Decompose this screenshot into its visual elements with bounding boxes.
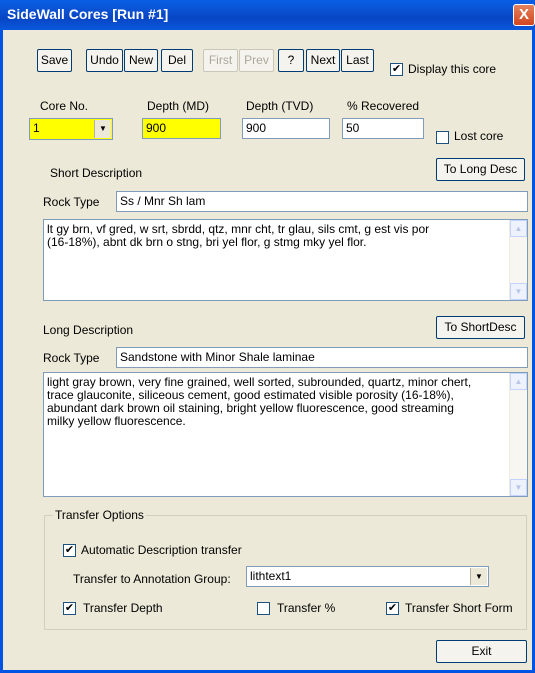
short-description-text: lt gy brn, vf gred, w srt, sbrdd, qtz, m…: [47, 222, 430, 249]
short-rock-type-label: Rock Type: [43, 195, 100, 209]
last-button[interactable]: Last: [341, 49, 374, 72]
lost-core-checkbox[interactable]: [436, 131, 449, 144]
transfer-percent-label: Transfer %: [277, 601, 336, 615]
transfer-options-label: Transfer Options: [53, 508, 146, 522]
transfer-percent-checkbox[interactable]: [257, 602, 270, 615]
depth-md-label: Depth (MD): [147, 99, 210, 113]
sidewall-cores-window: SideWall Cores [Run #1] X Save Undo New …: [0, 0, 535, 673]
transfer-short-form-checkbox[interactable]: ✔: [386, 602, 399, 615]
core-no-dropdown[interactable]: 1 ▼: [29, 118, 113, 140]
depth-tvd-label: Depth (TVD): [246, 99, 314, 113]
checkmark-icon: ✔: [391, 63, 402, 75]
core-no-value: 1: [33, 121, 40, 135]
transfer-depth-label: Transfer Depth: [83, 601, 163, 615]
depth-tvd-field[interactable]: 900: [242, 118, 330, 139]
lost-core-label: Lost core: [454, 129, 504, 143]
exit-button[interactable]: Exit: [436, 640, 527, 663]
scroll-down-icon[interactable]: ▼: [510, 283, 527, 300]
short-description-textarea[interactable]: lt gy brn, vf gred, w srt, sbrdd, qtz, m…: [43, 219, 528, 301]
delete-button[interactable]: Del: [161, 49, 193, 72]
close-button[interactable]: X: [513, 4, 535, 26]
undo-button[interactable]: Undo: [86, 49, 123, 72]
scroll-down-icon[interactable]: ▼: [510, 479, 527, 496]
prev-button[interactable]: Prev: [239, 49, 274, 72]
help-button[interactable]: ?: [278, 49, 304, 72]
save-button[interactable]: Save: [37, 49, 72, 72]
transfer-short-form-label: Transfer Short Form: [405, 601, 513, 615]
short-rock-type-field[interactable]: Ss / Mnr Sh lam: [116, 191, 528, 212]
long-rock-type-label: Rock Type: [43, 351, 100, 365]
checkmark-icon: ✔: [64, 602, 75, 614]
short-description-scrollbar[interactable]: ▲ ▼: [509, 220, 527, 300]
next-button[interactable]: Next: [306, 49, 340, 72]
recovered-field[interactable]: 50: [342, 118, 424, 139]
depth-md-field[interactable]: 900: [142, 118, 221, 139]
scroll-up-icon[interactable]: ▲: [510, 373, 527, 390]
chevron-down-icon[interactable]: ▼: [470, 568, 487, 585]
long-description-textarea[interactable]: light gray brown, very fine grained, wel…: [43, 372, 528, 497]
annotation-group-dropdown[interactable]: lithtext1 ▼: [246, 566, 489, 587]
scroll-up-icon[interactable]: ▲: [510, 220, 527, 237]
first-button[interactable]: First: [203, 49, 238, 72]
transfer-depth-checkbox[interactable]: ✔: [63, 602, 76, 615]
checkmark-icon: ✔: [387, 602, 398, 614]
long-description-scrollbar[interactable]: ▲ ▼: [509, 373, 527, 496]
annotation-group-label: Transfer to Annotation Group:: [73, 572, 231, 586]
to-long-desc-button[interactable]: To Long Desc: [436, 158, 525, 181]
auto-transfer-label: Automatic Description transfer: [81, 543, 242, 557]
long-description-text: light gray brown, very fine grained, wel…: [47, 375, 472, 428]
title-bar[interactable]: SideWall Cores [Run #1] X: [0, 0, 535, 30]
long-description-heading: Long Description: [43, 323, 134, 337]
checkmark-icon: ✔: [64, 544, 75, 556]
annotation-group-value: lithtext1: [250, 569, 292, 583]
core-no-label: Core No.: [40, 99, 89, 113]
long-rock-type-field[interactable]: Sandstone with Minor Shale laminae: [116, 347, 528, 368]
display-core-checkbox[interactable]: ✔: [390, 63, 403, 76]
short-description-heading: Short Description: [50, 166, 143, 180]
new-button[interactable]: New: [124, 49, 158, 72]
close-icon: X: [518, 6, 529, 23]
auto-transfer-checkbox[interactable]: ✔: [63, 544, 76, 557]
display-core-label: Display this core: [408, 62, 497, 76]
recovered-label: % Recovered: [347, 99, 420, 113]
chevron-down-icon[interactable]: ▼: [94, 120, 111, 138]
window-title: SideWall Cores [Run #1]: [7, 6, 169, 22]
to-short-desc-button[interactable]: To ShortDesc: [436, 316, 525, 339]
